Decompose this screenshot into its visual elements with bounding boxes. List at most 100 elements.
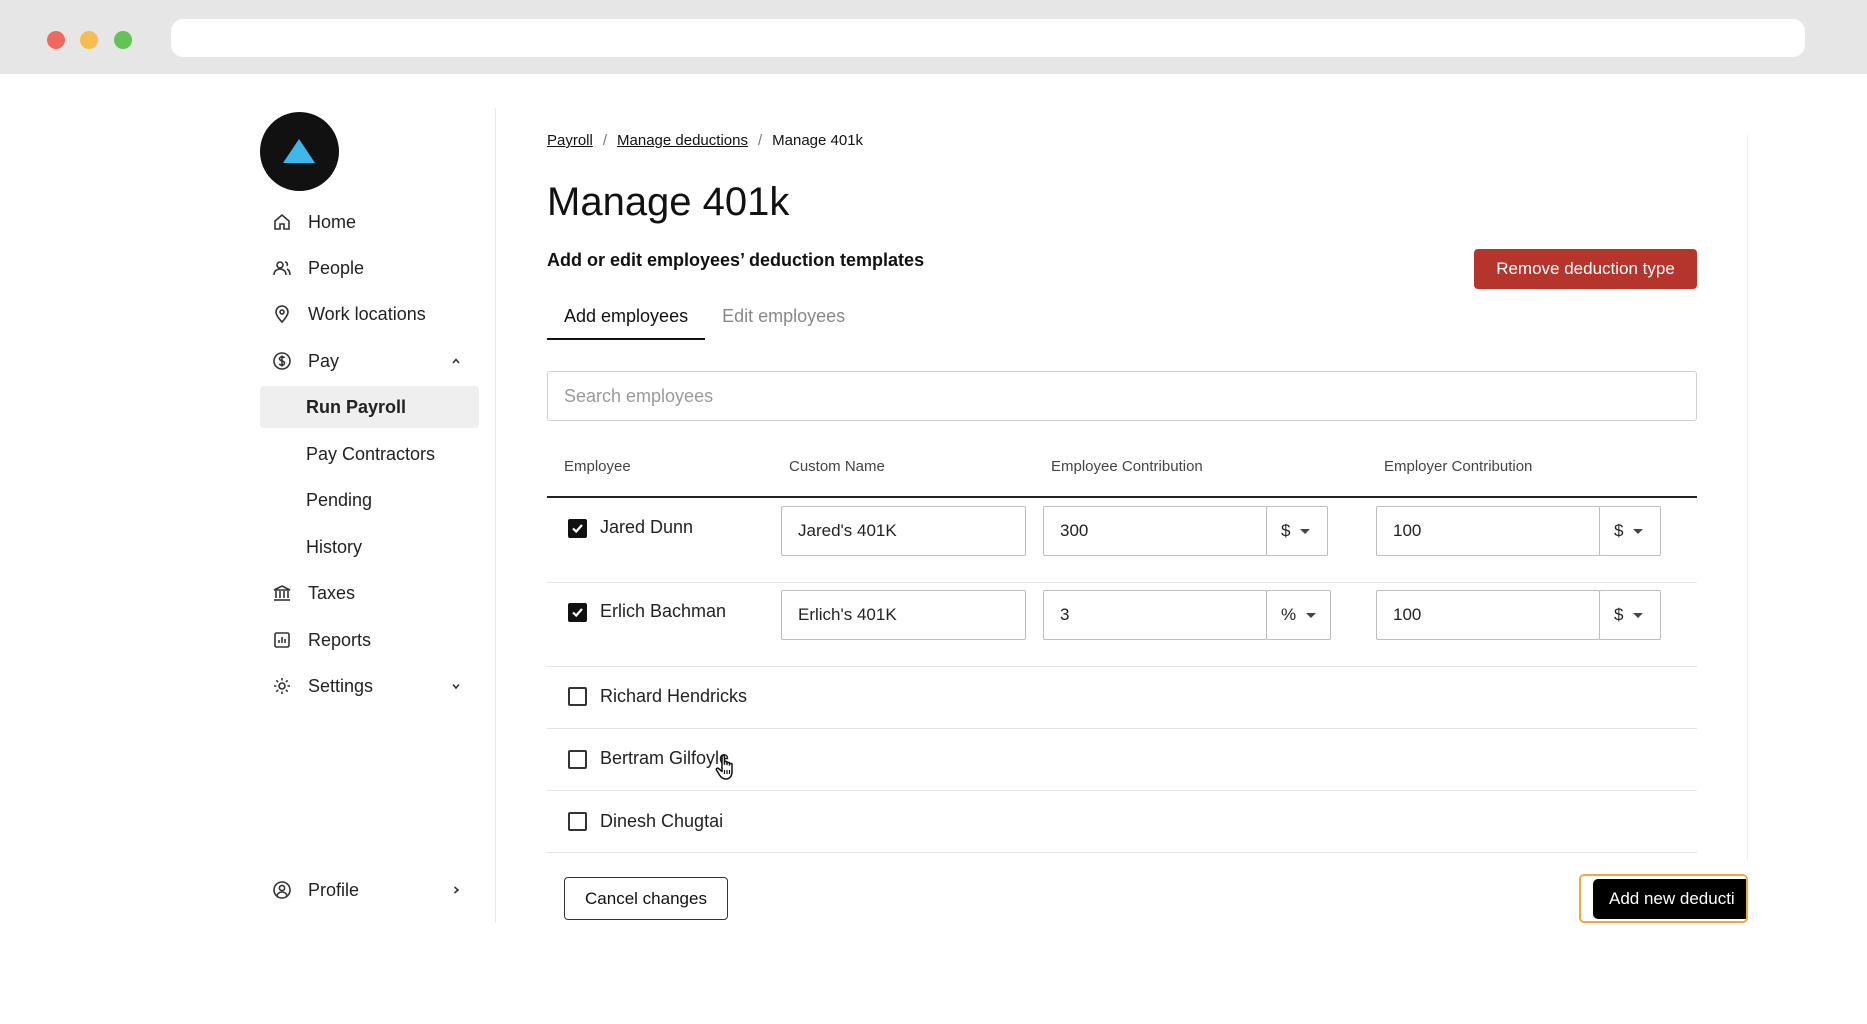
row-checkbox[interactable] bbox=[568, 687, 587, 706]
browser-chrome bbox=[0, 0, 1867, 74]
employee-name: Bertram Gilfoyle bbox=[600, 748, 730, 768]
map-pin-icon bbox=[271, 303, 293, 325]
employer-contribution-unit-select[interactable]: $ bbox=[1599, 506, 1661, 556]
sidebar-item-run-payroll[interactable]: Run Payroll bbox=[260, 386, 479, 428]
employee-contribution-input[interactable] bbox=[1043, 506, 1267, 556]
sidebar-item-label: History bbox=[306, 536, 363, 557]
window-maximize-dot[interactable] bbox=[114, 31, 132, 49]
breadcrumb-separator: / bbox=[602, 132, 608, 149]
chevron-right-icon bbox=[449, 883, 463, 897]
window-close-dot[interactable] bbox=[47, 31, 65, 49]
chevron-down-icon bbox=[449, 679, 463, 693]
employee-contribution-input[interactable] bbox=[1043, 590, 1267, 640]
sidebar-item-work-locations[interactable]: Work locations bbox=[260, 293, 479, 335]
remove-deduction-type-button[interactable]: Remove deduction type bbox=[1474, 249, 1697, 289]
sidebar-item-pay-contractors[interactable]: Pay Contractors bbox=[260, 433, 479, 475]
employee-name: Jared Dunn bbox=[600, 517, 694, 537]
sidebar-item-people[interactable]: People bbox=[260, 247, 479, 289]
sidebar-item-label: Reports bbox=[308, 629, 372, 650]
add-new-deduction-focus-ring: Add new deducti bbox=[1579, 874, 1748, 923]
sidebar-item-label: Profile bbox=[308, 879, 360, 900]
hand-pointer-cursor-icon bbox=[715, 754, 733, 780]
column-header-employee: Employee bbox=[564, 458, 631, 475]
gear-icon bbox=[271, 675, 293, 697]
employee-contribution-unit-select[interactable]: % bbox=[1266, 590, 1331, 640]
triangle-logo-icon bbox=[283, 139, 315, 163]
sidebar-item-label: Run Payroll bbox=[306, 396, 407, 417]
row-checkbox[interactable] bbox=[568, 519, 587, 538]
sidebar: Home People Work locations Pay Run Payro… bbox=[260, 112, 496, 924]
sidebar-item-pending[interactable]: Pending bbox=[260, 479, 479, 521]
sidebar-item-label: Pending bbox=[306, 489, 373, 510]
sidebar-item-label: Settings bbox=[308, 675, 374, 696]
sidebar-item-taxes[interactable]: Taxes bbox=[260, 572, 479, 614]
checkmark-icon bbox=[572, 524, 583, 534]
sidebar-item-label: Home bbox=[308, 211, 357, 232]
add-new-deduction-button[interactable]: Add new deducti bbox=[1593, 879, 1746, 919]
table-header-divider bbox=[547, 496, 1697, 498]
sidebar-item-label: Pay Contractors bbox=[306, 443, 436, 464]
tab-edit-employees[interactable]: Edit employees bbox=[705, 300, 862, 340]
bar-chart-icon bbox=[271, 629, 293, 651]
window-minimize-dot[interactable] bbox=[80, 31, 98, 49]
tab-bar: Add employees Edit employees bbox=[547, 300, 862, 340]
sidebar-item-reports[interactable]: Reports bbox=[260, 619, 479, 661]
sidebar-item-settings[interactable]: Settings bbox=[260, 665, 479, 707]
caret-down-icon bbox=[1300, 528, 1311, 534]
address-bar[interactable] bbox=[171, 19, 1805, 57]
dollar-circle-icon bbox=[271, 350, 293, 372]
breadcrumb-link-payroll[interactable]: Payroll bbox=[547, 132, 593, 149]
row-divider bbox=[547, 728, 1697, 729]
employer-contribution-unit-select[interactable]: $ bbox=[1599, 590, 1661, 640]
custom-name-input[interactable] bbox=[781, 590, 1026, 640]
checkmark-icon bbox=[572, 608, 583, 618]
sidebar-item-history[interactable]: History bbox=[260, 526, 479, 568]
sidebar-item-pay[interactable]: Pay bbox=[260, 340, 479, 382]
cancel-changes-button[interactable]: Cancel changes bbox=[564, 877, 728, 920]
column-header-custom-name: Custom Name bbox=[789, 458, 885, 475]
employee-name: Dinesh Chugtai bbox=[600, 811, 724, 831]
sidebar-item-label: Work locations bbox=[308, 303, 426, 324]
sidebar-divider bbox=[495, 108, 496, 923]
caret-down-icon bbox=[1633, 528, 1644, 534]
employer-contribution-input[interactable] bbox=[1376, 590, 1600, 640]
sidebar-item-home[interactable]: Home bbox=[260, 201, 479, 243]
tab-add-employees[interactable]: Add employees bbox=[547, 300, 706, 340]
breadcrumb: Payroll / Manage deductions / Manage 401… bbox=[547, 132, 863, 149]
bank-icon bbox=[271, 582, 293, 604]
user-circle-icon bbox=[271, 879, 293, 901]
row-checkbox[interactable] bbox=[568, 750, 587, 769]
row-checkbox[interactable] bbox=[568, 603, 587, 622]
chevron-up-icon bbox=[449, 354, 463, 368]
page-title: Manage 401k bbox=[547, 180, 790, 224]
employer-contribution-input[interactable] bbox=[1376, 506, 1600, 556]
custom-name-input[interactable] bbox=[781, 506, 1026, 556]
row-divider bbox=[547, 790, 1697, 791]
panel-edge bbox=[1747, 135, 1748, 860]
sidebar-item-label: Taxes bbox=[308, 582, 356, 603]
unit-value: $ bbox=[1281, 521, 1291, 540]
caret-down-icon bbox=[1306, 612, 1317, 618]
row-divider bbox=[547, 852, 1697, 853]
row-divider bbox=[547, 582, 1697, 583]
sidebar-item-profile[interactable]: Profile bbox=[260, 869, 479, 911]
column-header-employer-contribution: Employer Contribution bbox=[1384, 458, 1533, 475]
breadcrumb-current: Manage 401k bbox=[772, 132, 864, 149]
breadcrumb-link-manage-deductions[interactable]: Manage deductions bbox=[617, 132, 748, 149]
unit-value: $ bbox=[1614, 605, 1624, 624]
employee-name: Richard Hendricks bbox=[600, 686, 748, 706]
caret-down-icon bbox=[1633, 612, 1644, 618]
search-employees-input[interactable] bbox=[547, 371, 1697, 421]
employee-name: Erlich Bachman bbox=[600, 601, 727, 621]
row-divider bbox=[547, 666, 1697, 667]
row-checkbox[interactable] bbox=[568, 812, 587, 831]
unit-value: % bbox=[1281, 605, 1297, 624]
app-logo[interactable] bbox=[260, 112, 339, 191]
sidebar-item-label: Pay bbox=[308, 350, 340, 371]
people-icon bbox=[271, 257, 293, 279]
sidebar-item-label: People bbox=[308, 257, 365, 278]
page-subtitle: Add or edit employees’ deduction templat… bbox=[547, 250, 925, 270]
unit-value: $ bbox=[1614, 521, 1624, 540]
employee-contribution-unit-select[interactable]: $ bbox=[1266, 506, 1328, 556]
breadcrumb-separator: / bbox=[757, 132, 763, 149]
